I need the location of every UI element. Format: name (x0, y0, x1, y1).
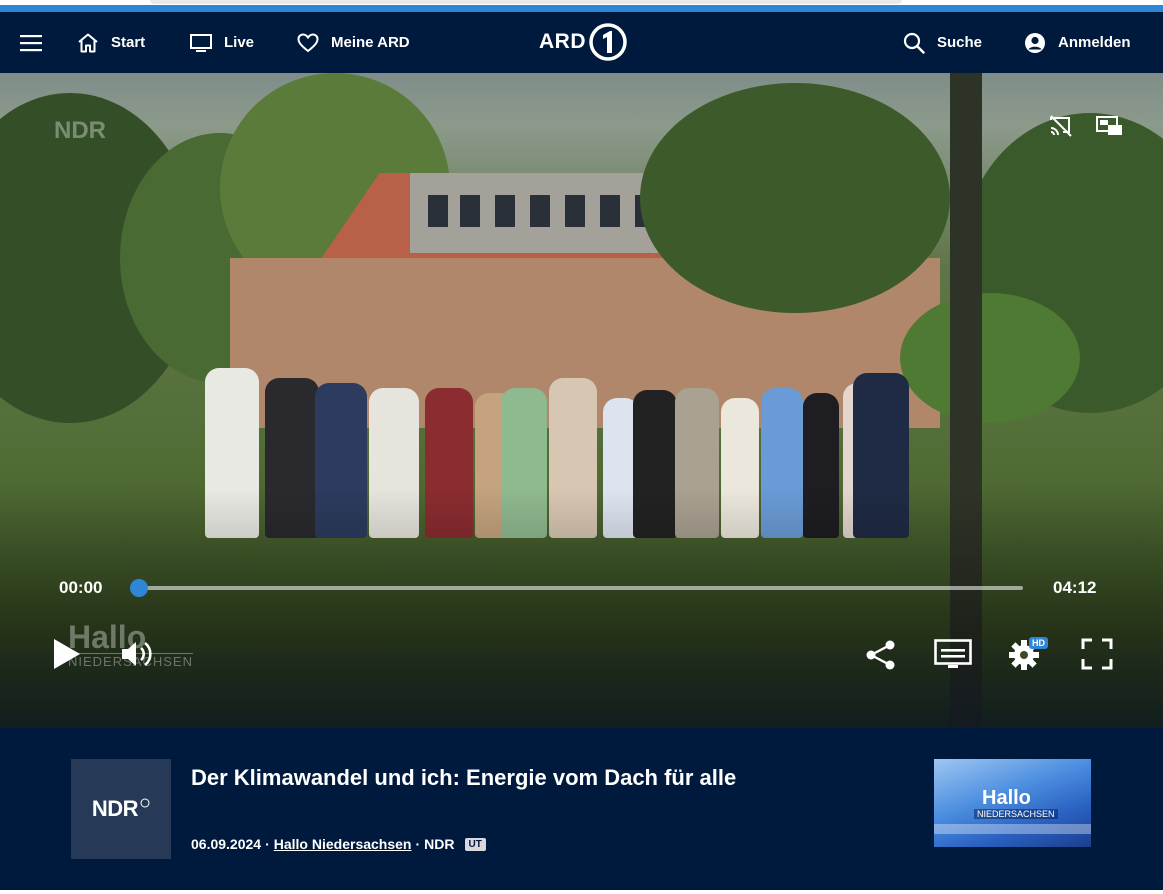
ard-one-logo-icon (589, 23, 627, 61)
show-thumbnail[interactable]: Hallo NIEDERSACHSEN (934, 759, 1091, 847)
nav-live-label: Live (224, 34, 255, 51)
fullscreen-button[interactable] (1081, 638, 1113, 675)
picture-in-picture-button[interactable] (1096, 115, 1124, 142)
nav-start[interactable]: Start (77, 12, 145, 73)
cast-disabled-icon (1050, 115, 1072, 137)
meta-separator: · (265, 836, 270, 852)
search-icon (903, 32, 925, 54)
progress-track[interactable] (139, 586, 1023, 590)
share-button[interactable] (865, 639, 897, 676)
menu-button[interactable] (20, 12, 42, 73)
subtitles-icon (934, 639, 972, 668)
page-bottom-edge (0, 890, 1163, 894)
nav-start-label: Start (111, 34, 146, 51)
hd-badge: HD (1029, 637, 1048, 649)
hamburger-menu-icon (20, 34, 42, 51)
volume-icon (122, 641, 152, 667)
video-player[interactable]: NDR Hallo NIEDERSACHSEN 00:00 04:12 HD (0, 73, 1163, 728)
browser-tab-edge (150, 0, 902, 4)
tv-icon (190, 33, 212, 52)
nav-meine-ard-label: Meine ARD (331, 34, 410, 51)
video-title: Der Klimawandel und ich: Energie vom Dac… (191, 765, 737, 790)
user-avatar-icon (1025, 32, 1045, 53)
video-meta: 06.09.2024 · Hallo Niedersachsen · NDR U… (191, 836, 486, 852)
video-info-bar: NDR Der Klimawandel und ich: Energie vom… (0, 728, 1163, 890)
nav-login-label: Anmelden (1058, 34, 1131, 51)
ard-logo[interactable]: ARD (539, 22, 628, 62)
fullscreen-icon (1081, 638, 1113, 670)
meta-separator: · (415, 836, 421, 852)
play-icon (54, 639, 80, 669)
channel-logo[interactable]: NDR (71, 759, 171, 859)
thumb-title-line2: NIEDERSACHSEN (974, 809, 1058, 819)
nav-login[interactable]: Anmelden (1024, 12, 1131, 73)
nav-search[interactable]: Suche (903, 12, 982, 73)
cast-off-button[interactable] (1049, 115, 1073, 142)
nav-meine-ard[interactable]: Meine ARD (297, 12, 410, 73)
page-accent-bar (0, 5, 1163, 12)
nav-search-label: Suche (937, 34, 983, 51)
subtitles-badge: UT (464, 837, 486, 851)
volume-button[interactable] (121, 640, 155, 673)
progress-handle[interactable] (130, 579, 148, 597)
registered-mark-icon (140, 798, 150, 808)
heart-icon (297, 32, 319, 52)
current-time: 00:00 (59, 578, 103, 597)
ard-logo-text: ARD (539, 30, 586, 53)
duration-time: 04:12 (1053, 578, 1097, 597)
broadcast-date: 06.09.2024 (191, 836, 262, 852)
picture-in-picture-icon (1096, 116, 1122, 135)
share-icon (866, 640, 895, 670)
thumb-title-line1: Hallo (982, 787, 1031, 809)
show-link[interactable]: Hallo Niedersachsen (274, 836, 412, 852)
channel-logo-text: NDR (91, 796, 139, 821)
channel-watermark: NDR (54, 117, 106, 144)
subtitles-button[interactable] (934, 639, 972, 674)
play-button[interactable] (52, 637, 82, 676)
channel-name: NDR (424, 836, 455, 852)
home-icon (78, 33, 98, 52)
top-navigation: Start Live Meine ARD ARD Suche Anmelden (0, 12, 1163, 73)
nav-live[interactable]: Live (190, 12, 254, 73)
